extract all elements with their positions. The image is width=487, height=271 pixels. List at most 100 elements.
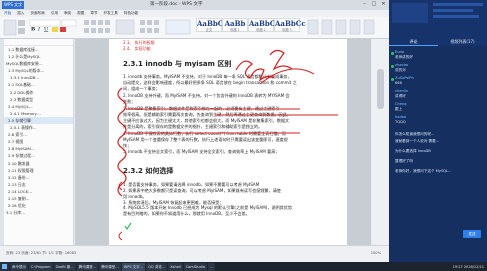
taskbar-item[interactable]: WPS 文字… — [121, 262, 146, 271]
ribbon-tab[interactable]: 开始 — [4, 10, 11, 17]
taskbar-item[interactable]: CamStudio — [183, 262, 207, 271]
panel-tabs: 评论 视频列表(17) — [389, 38, 487, 46]
style-option[interactable]: AaBbC 正文 — [196, 18, 224, 32]
svg-text:B: B — [31, 27, 35, 33]
minimize-icon[interactable]: – — [361, 1, 368, 8]
para-line: 5. Innodb 不支持全文索引，而 MyISAM 支持全文索引，查询效率上 … — [123, 149, 280, 154]
nav-item[interactable]: 3.1 分库… — [4, 209, 73, 216]
document-title: 第一阶段.doc - WPS 文字 — [150, 2, 203, 7]
nav-item[interactable]: 2.4 MySQL… — [4, 103, 73, 110]
paragraph-2: 2. InnoDB 支持外键，而 MyISAM 不支持。对一个包含外键的 Inn… — [123, 93, 339, 105]
app-tab[interactable]: WPS 文字 — [2, 1, 24, 9]
style-sample: AaBbC — [197, 19, 224, 28]
chat-text: 跟上 — [395, 107, 403, 112]
para-line: 件是分离的，索引保存的是数据文件的指针，主键索引和辅助索引是独立的。 — [123, 123, 263, 129]
nav-item[interactable]: 2.13 日志 — [4, 181, 73, 188]
nav-item[interactable]: 1.1 数据库连接… — [4, 46, 73, 53]
paragraph-3: 3. InnoDB 是聚集索引，数据文件是和索引绑在一起的，必须要有主键，通过主… — [123, 106, 339, 129]
nav-item[interactable]: 2.9 存储过程… — [4, 152, 73, 159]
ribbon-tab[interactable]: 特色功能 — [124, 10, 138, 17]
chat-author: ZuSuPsiPh — [395, 76, 414, 80]
nav-item[interactable]: MySQL数据库安装… — [4, 60, 73, 67]
taskbar-item[interactable]: 腾讯课堂… — [76, 262, 99, 271]
nav-item[interactable]: 2.14 LOCK… — [4, 188, 73, 195]
start-icon[interactable] — [0, 262, 9, 271]
ribbon-tab[interactable]: 章节 — [90, 10, 97, 17]
nav-item[interactable]: 2.15 复制… — [4, 195, 73, 202]
taskbar-item[interactable]: ZooBi 服… — [53, 262, 76, 271]
nav-item[interactable]: 2.2 DDL操作 — [4, 89, 73, 96]
nav-item[interactable]: 2.4.1 Memory… — [4, 110, 73, 117]
wps-window: WPS 文字 第一阶段.doc - WPS 文字 – □ ✕ 开始 插入 页面布… — [0, 0, 389, 262]
toolbar-right-buttons[interactable] — [304, 17, 384, 39]
vertical-scrollbar[interactable] — [372, 39, 389, 245]
live-class-panel: 评论 视频列表(17) Eudo 老师讲的好 zhaobo 说的对 ZuSuPs… — [389, 0, 487, 262]
chat-message: hadao TQQQ — [395, 115, 483, 126]
nav-item[interactable]: 2.5.1 表操作… — [4, 124, 73, 131]
taskbar-item[interactable]: Xshell — [168, 262, 183, 271]
taskbar-item[interactable]: QQ 浏览… — [146, 262, 168, 271]
svg-text:I: I — [37, 27, 41, 33]
online-dot-icon — [391, 65, 394, 68]
chat-message: 你怎么知道我想问的呢... — [395, 132, 435, 136]
taskbar-item[interactable]: 命令提示 — [10, 262, 28, 271]
chat-author: chenlin — [395, 89, 409, 93]
tab-comments[interactable]: 评论 — [389, 38, 438, 46]
taskbar: 命令提示 C:\Program ZooBi 服… 腾讯课堂… 腾讯课堂… WPS… — [0, 262, 487, 271]
para-line: 间，组成一个事务； — [123, 85, 160, 91]
nav-item[interactable]: 2.11 权限管理 — [4, 167, 73, 174]
chat-text: 老师讲的好 — [395, 55, 413, 60]
taskbar-item[interactable]: 腾讯课堂… — [99, 262, 121, 271]
style-option[interactable]: AaBb 标题 1 — [222, 18, 248, 32]
navigation-pane: 1.1 数据库连接… 1.2 什么是MySQL MySQL数据库安装… 1.3 … — [4, 39, 74, 245]
send-button[interactable]: 发送 — [463, 230, 481, 238]
taskbar-item[interactable]: C:\Program — [29, 262, 53, 271]
nav-item[interactable]: 2.1 SQL基础… — [4, 81, 73, 88]
nav-item[interactable]: 2.3 数据类型 — [4, 96, 73, 103]
nav-header — [4, 39, 73, 46]
status-bar: 页码: 23 页面: 23/61 节: 1/1 字数: 16083 100% — [0, 245, 389, 262]
online-dot-icon — [391, 78, 394, 81]
ribbon-tab[interactable]: 页面布局 — [30, 10, 44, 17]
system-tray-clock[interactable]: 19:27 2018/12/11 — [453, 265, 487, 269]
toolbar-buttons[interactable]: B I U — [0, 17, 196, 39]
nav-item[interactable]: 1.2 什么是MySQL — [4, 53, 73, 60]
document-page[interactable]: 2.1、 执行的权限 2.4、 实现功能 2.3.1 innodb 与 myis… — [109, 39, 347, 245]
maximize-icon[interactable]: □ — [371, 1, 378, 8]
chat-author: hadao — [395, 115, 407, 119]
style-option[interactable]: AaBbCc 标题 3 — [274, 18, 306, 32]
zoom-level[interactable]: 100% — [371, 251, 381, 255]
nav-item[interactable]: 2.8 MyISAM… — [4, 145, 73, 152]
section-heading-2: 2.3.2 如何选择 — [123, 167, 174, 175]
style-gallery: AaBbC 正文 AaBb 标题 1 AaBbC 标题 2 AaBbCc 标题 … — [196, 18, 306, 32]
nav-item[interactable]: 2.6 索引… — [4, 131, 73, 138]
previous-section-2: 2.4、 实现功能 — [123, 46, 151, 51]
chat-message: 老师你好，我想问下这个 MySQL... — [395, 169, 452, 173]
style-sample: AaBbCc — [275, 19, 306, 28]
chat-text: 666 — [395, 81, 402, 86]
close-icon[interactable]: ✕ — [380, 1, 387, 8]
para-line: 快； — [123, 142, 132, 148]
tab-video-list[interactable]: 视频列表(17) — [438, 38, 487, 46]
nav-item[interactable]: 1.3.1 InnoDB… — [4, 74, 73, 81]
scroll-thumb[interactable] — [377, 69, 384, 109]
ribbon-tab[interactable]: 视图 — [77, 10, 84, 17]
para-line: 是有目共睹的，如果你不知道用什么，那就用 InnoDB，至少不会差。 — [123, 211, 250, 217]
style-label: 标题 2 — [256, 28, 266, 32]
paragraph-4: 4. InnoDB 不保存表的具体行数，执行 select count(*) f… — [123, 131, 339, 149]
nav-item[interactable]: 2.7 视图 — [4, 138, 73, 145]
chat-message: 我就看到一个人说对 需要... — [395, 139, 440, 143]
ribbon-tab[interactable]: 引用 — [51, 10, 58, 17]
ribbon-tab[interactable]: 开发工具 — [104, 10, 118, 17]
video-thumbnail — [389, 0, 487, 38]
ribbon-tabs: 开始 插入 页面布局 引用 审阅 视图 章节 开发工具 特色功能 — [0, 10, 389, 17]
nav-item[interactable]: 1.3 MySQL的版本… — [4, 67, 73, 74]
nav-item-selected[interactable]: 2.5 存储引擎 — [4, 116, 73, 125]
nav-item[interactable]: 2.12 备份… — [4, 174, 73, 181]
taskbar-item[interactable]: … — [207, 262, 216, 271]
ribbon-tab[interactable]: 插入 — [17, 10, 24, 17]
style-option[interactable]: AaBbC 标题 2 — [248, 18, 275, 32]
ribbon-tab[interactable]: 审阅 — [64, 10, 71, 17]
nav-item[interactable]: 2.10 触发器 — [4, 160, 73, 167]
nav-item[interactable]: 2.16 优化 — [4, 202, 73, 209]
